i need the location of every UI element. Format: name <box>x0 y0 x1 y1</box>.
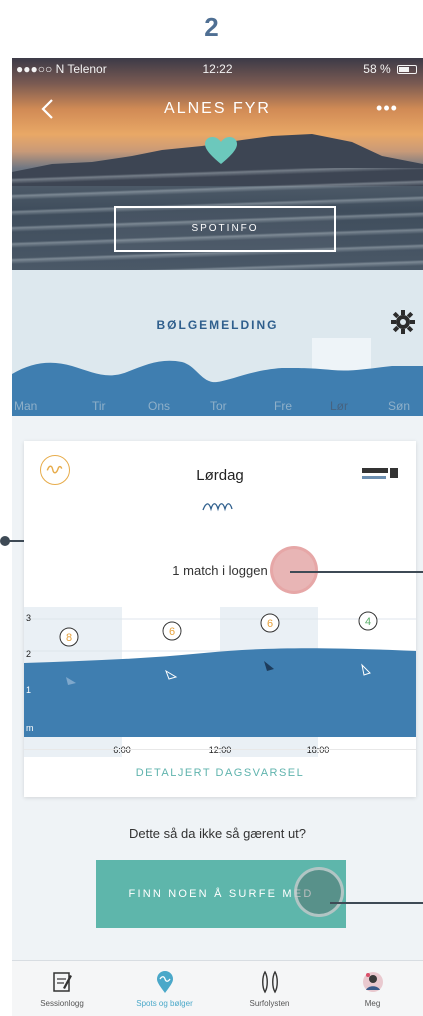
time-tick-1800: 18:00 <box>307 745 330 755</box>
forecast-title: BØLGEMELDING <box>156 318 279 332</box>
touch-indicator <box>294 867 344 917</box>
card-day-title: Lørdag <box>196 467 244 484</box>
location-pin-icon <box>156 971 173 993</box>
battery-indicator: 58 % <box>363 62 417 76</box>
wind-value-1: 8 <box>66 632 72 644</box>
tab-surfolysten[interactable]: Surfolysten <box>217 961 322 1016</box>
day-label-thu[interactable]: Tor <box>210 399 227 413</box>
card-divider <box>24 749 416 750</box>
prompt-text: Dette så da ikke så gærent ut? <box>128 826 307 841</box>
y-tick-1: 1 <box>26 685 31 695</box>
day-forecast-card: Lørdag 1 match i loggen 3 2 1 m 8 6 6 4 … <box>24 441 416 797</box>
screen: 2 ●●●○○ N Telenor 12:22 58 % ALNES FYR •… <box>0 0 423 1016</box>
more-options-icon[interactable]: ••• <box>373 98 401 118</box>
battery-percent: 58 % <box>363 62 391 76</box>
tab-label-sessionlogg: Sessionlogg <box>40 999 84 1008</box>
spot-title: ALNES FYR <box>164 100 271 117</box>
wind-value-3: 6 <box>267 618 273 630</box>
wind-value-4: 4 <box>365 616 371 628</box>
time-tick-0600: 6:00 <box>113 745 131 755</box>
tab-label-surfolysten: Surfolysten <box>249 999 290 1008</box>
wind-marker-3: 6 <box>260 613 280 633</box>
hero-header: ●●●○○ N Telenor 12:22 58 % ALNES FYR •••… <box>12 58 423 270</box>
daily-wave-chart: 3 2 1 m 8 6 6 4 6:00 12:00 18:00 <box>24 607 416 757</box>
wind-marker-4: 4 <box>358 611 378 631</box>
battery-icon <box>397 65 417 74</box>
time-tick-1200: 12:00 <box>209 745 232 755</box>
avatar-icon <box>362 972 383 992</box>
notebook-icon <box>53 972 72 992</box>
surf-forecast-logo-mark <box>362 468 398 479</box>
step-number: 2 <box>204 12 219 42</box>
day-label-sun[interactable]: Søn <box>388 399 410 413</box>
settings-gear-icon[interactable] <box>391 310 415 334</box>
status-bar: ●●●○○ N Telenor 12:22 58 % <box>12 62 423 78</box>
wave-squiggle-icon <box>202 503 233 512</box>
surf-forecast-logo-icon <box>362 467 402 483</box>
tab-sessionlogg[interactable]: Sessionlogg <box>12 961 112 1016</box>
tab-label-meg: Meg <box>364 999 381 1008</box>
phone-screen: ●●●○○ N Telenor 12:22 58 % ALNES FYR •••… <box>12 58 423 1016</box>
favorite-heart-icon[interactable] <box>204 136 238 166</box>
day-label-wed[interactable]: Ons <box>148 399 170 413</box>
match-in-log-text[interactable]: 1 match i loggen <box>24 563 416 578</box>
annotation-dot <box>0 536 10 546</box>
detailed-forecast-link[interactable]: DETALJERT DAGSVARSEL <box>24 767 416 779</box>
touch-indicator <box>270 546 318 594</box>
day-label-tue[interactable]: Tir <box>92 399 106 413</box>
wind-marker-2: 6 <box>162 621 182 641</box>
y-unit: m <box>26 723 34 733</box>
clock-label: 12:22 <box>202 62 233 76</box>
day-label-fri[interactable]: Fre <box>274 399 292 413</box>
y-tick-3: 3 <box>26 613 31 623</box>
y-tick-2: 2 <box>26 649 31 659</box>
wind-value-2: 6 <box>169 626 175 638</box>
spotinfo-button[interactable]: SPOTINFO <box>114 206 336 252</box>
tab-bar: Sessionlogg Spots og bølger Surfolysten <box>12 960 423 1016</box>
wave-forecast-section: BØLGEMELDING Man Tir Ons Tor Fre Lør Søn <box>12 270 423 416</box>
day-label-mon[interactable]: Man <box>14 399 37 413</box>
tab-meg[interactable]: Meg <box>322 961 423 1016</box>
surf-gear-icon <box>261 970 278 994</box>
wind-marker-1: 8 <box>59 627 79 647</box>
tab-spots[interactable]: Spots og bølger <box>112 961 217 1016</box>
day-label-sat[interactable]: Lør <box>330 399 348 413</box>
tab-label-spots: Spots og bølger <box>136 999 193 1008</box>
